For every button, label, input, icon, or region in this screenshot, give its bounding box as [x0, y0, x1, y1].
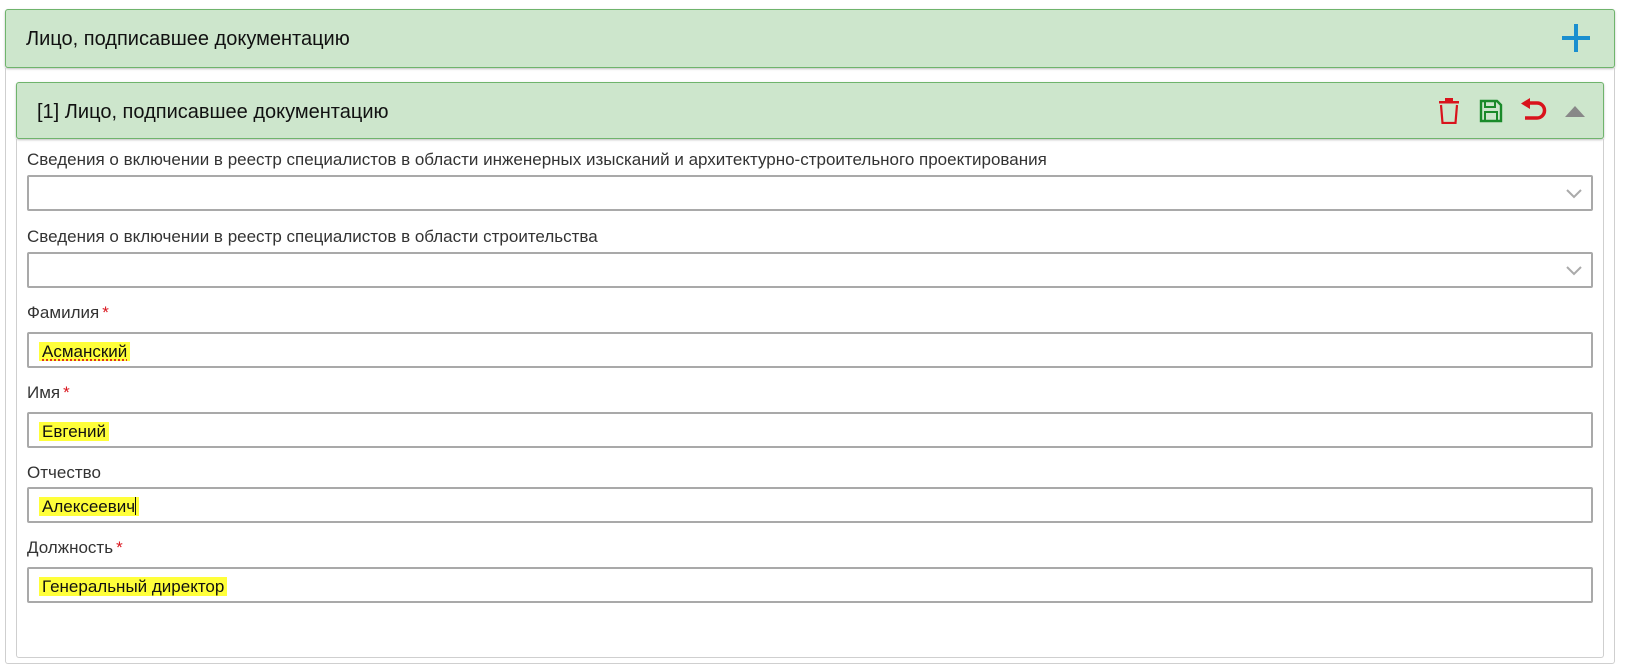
registry-design-label: Сведения о включении в реестр специалист…	[27, 150, 1047, 169]
patronymic-label: Отчество	[27, 463, 101, 482]
position-label: Должность *	[27, 538, 123, 557]
position-input[interactable]: Генеральный директор	[27, 567, 1593, 603]
required-marker: *	[116, 538, 123, 557]
required-marker: *	[102, 303, 109, 322]
last-name-input[interactable]: Асманский	[27, 332, 1593, 368]
position-value: Генеральный директор	[39, 577, 228, 596]
item-actions	[1435, 93, 1589, 129]
first-name-label: Имя *	[27, 383, 70, 402]
last-name-label: Фамилия *	[27, 303, 109, 322]
section-header: Лицо, подписавшее документацию	[5, 9, 1615, 68]
delete-button[interactable]	[1435, 96, 1463, 126]
item-title: [1] Лицо, подписавшее документацию	[37, 101, 389, 123]
patronymic-value: Алексеевич	[39, 497, 140, 516]
registry-construction-label: Сведения о включении в реестр специалист…	[27, 227, 598, 246]
plus-icon	[1562, 24, 1590, 52]
trash-icon	[1439, 98, 1459, 124]
collapse-button[interactable]	[1561, 96, 1589, 126]
undo-button[interactable]	[1519, 96, 1547, 126]
patronymic-input[interactable]: Алексеевич	[27, 487, 1593, 523]
collapse-icon	[1565, 106, 1585, 117]
registry-construction-select[interactable]	[27, 252, 1593, 288]
registry-design-select[interactable]	[27, 175, 1593, 211]
required-marker: *	[63, 383, 70, 402]
first-name-input[interactable]: Евгений	[27, 412, 1593, 448]
chevron-down-icon	[1566, 266, 1582, 276]
text-cursor	[135, 497, 137, 515]
undo-icon	[1521, 98, 1547, 120]
first-name-value: Евгений	[39, 422, 110, 441]
save-button[interactable]	[1477, 96, 1505, 126]
section-title: Лицо, подписавшее документацию	[26, 28, 350, 50]
add-button[interactable]	[1558, 20, 1594, 56]
last-name-value: Асманский	[39, 342, 131, 361]
item-header: [1] Лицо, подписавшее документацию	[16, 82, 1604, 139]
save-icon	[1479, 99, 1503, 123]
chevron-down-icon	[1566, 189, 1582, 199]
